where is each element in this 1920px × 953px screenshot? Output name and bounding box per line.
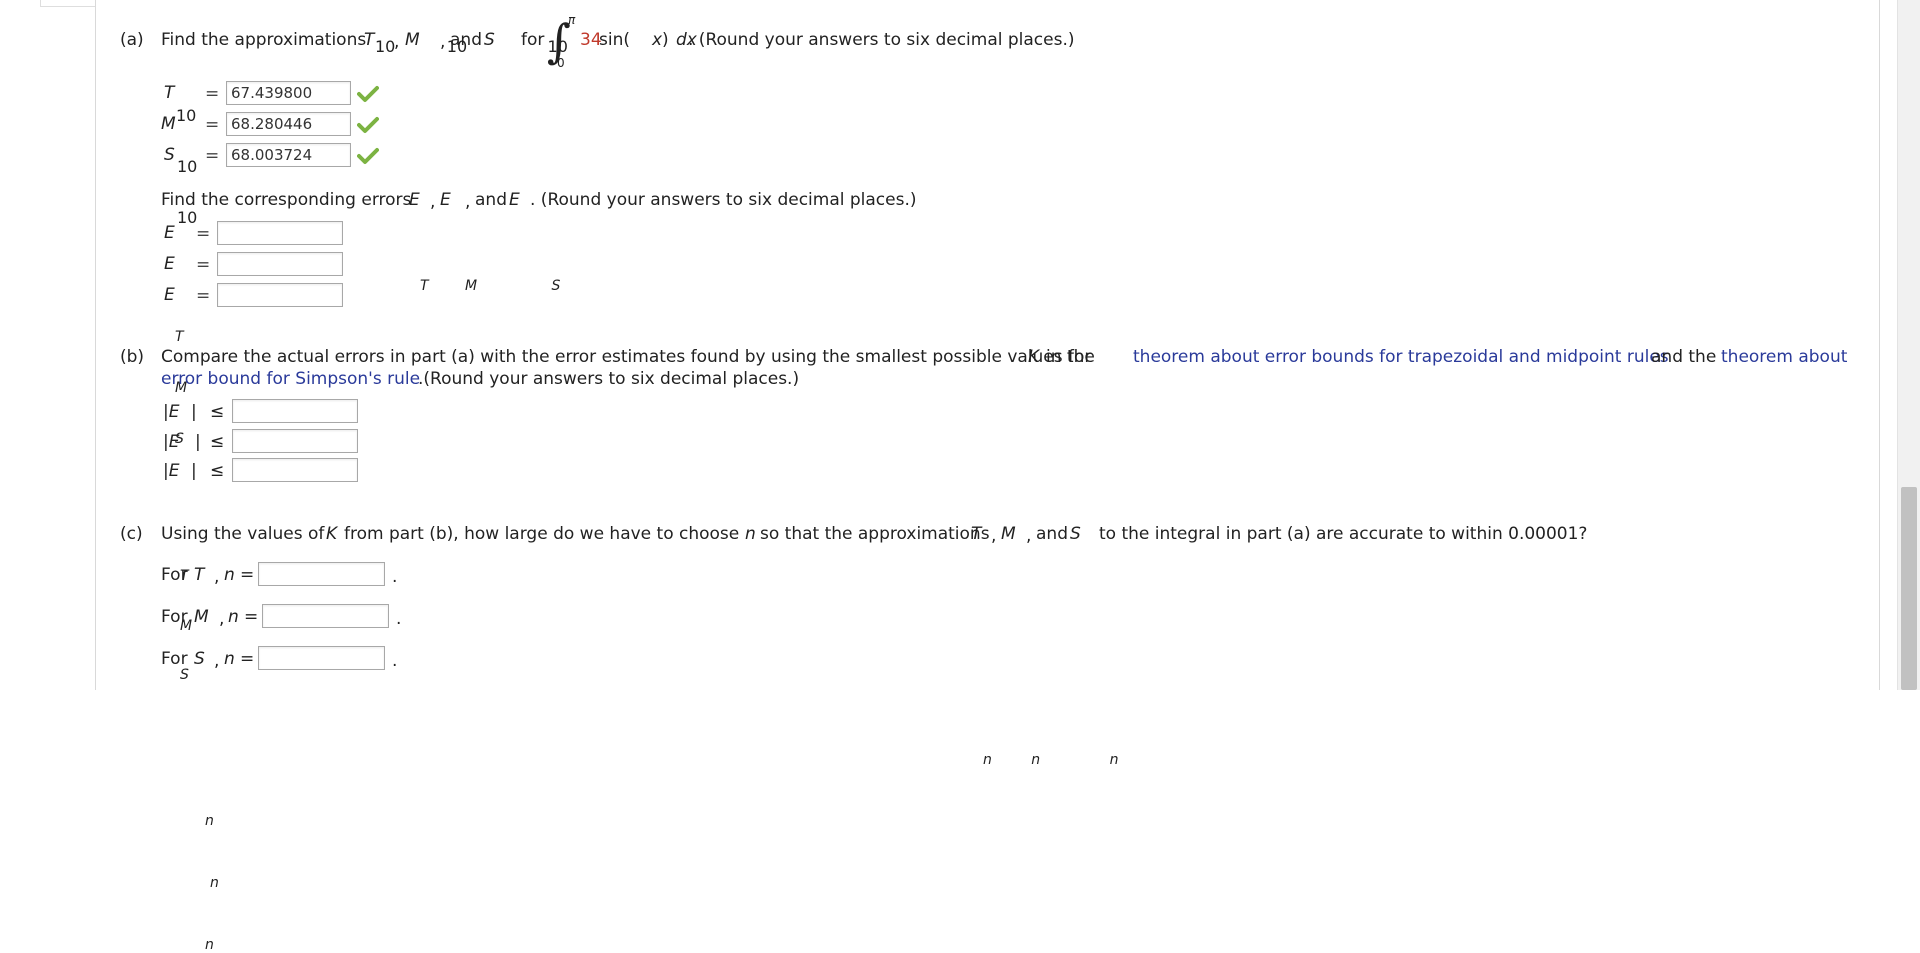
check-icon (357, 148, 379, 164)
t10-input[interactable] (226, 81, 351, 105)
question-panel (95, 0, 1880, 690)
upper-limit: π (568, 13, 576, 27)
scrollbar[interactable] (1897, 0, 1920, 690)
n-simpson-input[interactable] (258, 646, 385, 670)
part-b-prompt: Compare the actual errors in part (a) wi… (161, 347, 1092, 367)
et-input[interactable] (217, 221, 343, 245)
bound-em-input[interactable] (232, 429, 358, 453)
part-a-marker: (a) (120, 30, 144, 50)
es-input[interactable] (217, 283, 343, 307)
part-a-prompt: Find the approximations (161, 30, 367, 50)
trapezoid-midpoint-theorem-link[interactable]: theorem about error bounds for trapezoid… (1133, 347, 1669, 367)
n-trapezoid-input[interactable] (258, 562, 385, 586)
em-input[interactable] (217, 252, 343, 276)
bound-es-input[interactable] (232, 458, 358, 482)
part-b-marker: (b) (120, 347, 145, 367)
part-c-prompt: Using the values of (161, 524, 325, 544)
check-icon (357, 117, 379, 133)
lower-limit: 0 (557, 56, 565, 70)
errors-prompt: Find the corresponding errors (161, 190, 412, 210)
simpson-theorem-link-a[interactable]: theorem about (1721, 347, 1847, 367)
part-c-marker: (c) (120, 524, 143, 544)
check-icon (357, 86, 379, 102)
s10-input[interactable] (226, 143, 351, 167)
simpson-theorem-link-b[interactable]: error bound for Simpson's rule (161, 369, 420, 389)
n-midpoint-input[interactable] (262, 604, 389, 628)
m10-input[interactable] (226, 112, 351, 136)
bound-et-input[interactable] (232, 399, 358, 423)
scrollbar-thumb[interactable] (1901, 487, 1917, 690)
